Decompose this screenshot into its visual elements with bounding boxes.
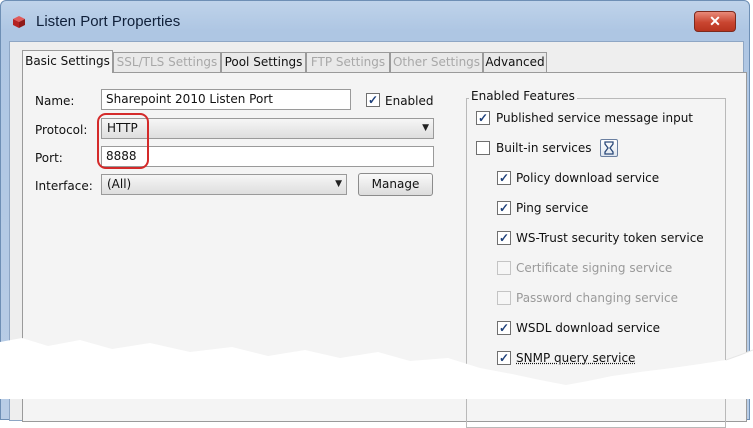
tab-basic-settings[interactable]: Basic Settings: [22, 50, 113, 73]
